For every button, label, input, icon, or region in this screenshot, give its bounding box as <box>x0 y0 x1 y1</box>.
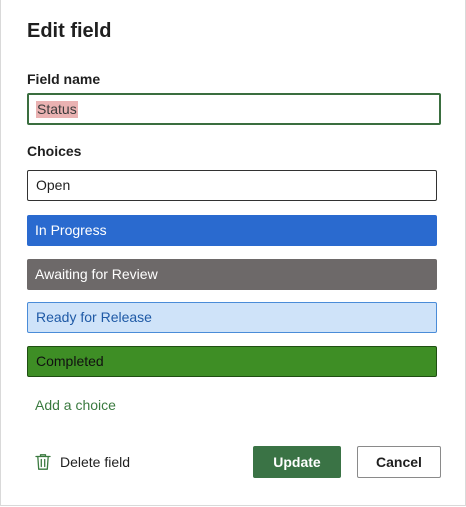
choice-ready-for-release[interactable]: Ready for Release <box>27 302 437 333</box>
add-choice-link[interactable]: Add a choice <box>35 397 116 413</box>
field-name-input[interactable]: Status <box>27 93 441 125</box>
panel-title: Edit field <box>27 20 112 42</box>
cancel-button[interactable]: Cancel <box>357 446 441 478</box>
edit-field-panel: Edit field Field name Status Choices Ope… <box>0 0 466 506</box>
update-button[interactable]: Update <box>253 446 341 478</box>
field-name-label: Field name <box>27 71 101 87</box>
choice-awaiting-for-review[interactable]: Awaiting for Review <box>27 259 437 290</box>
choice-completed[interactable]: Completed <box>27 346 437 377</box>
choice-open[interactable]: Open <box>27 170 437 201</box>
choice-in-progress[interactable]: In Progress <box>27 215 437 246</box>
field-name-value: Status <box>36 101 78 118</box>
delete-field-button[interactable]: Delete field <box>35 450 130 474</box>
delete-field-label: Delete field <box>60 454 131 470</box>
choices-label: Choices <box>27 143 82 159</box>
trash-icon <box>35 453 51 471</box>
